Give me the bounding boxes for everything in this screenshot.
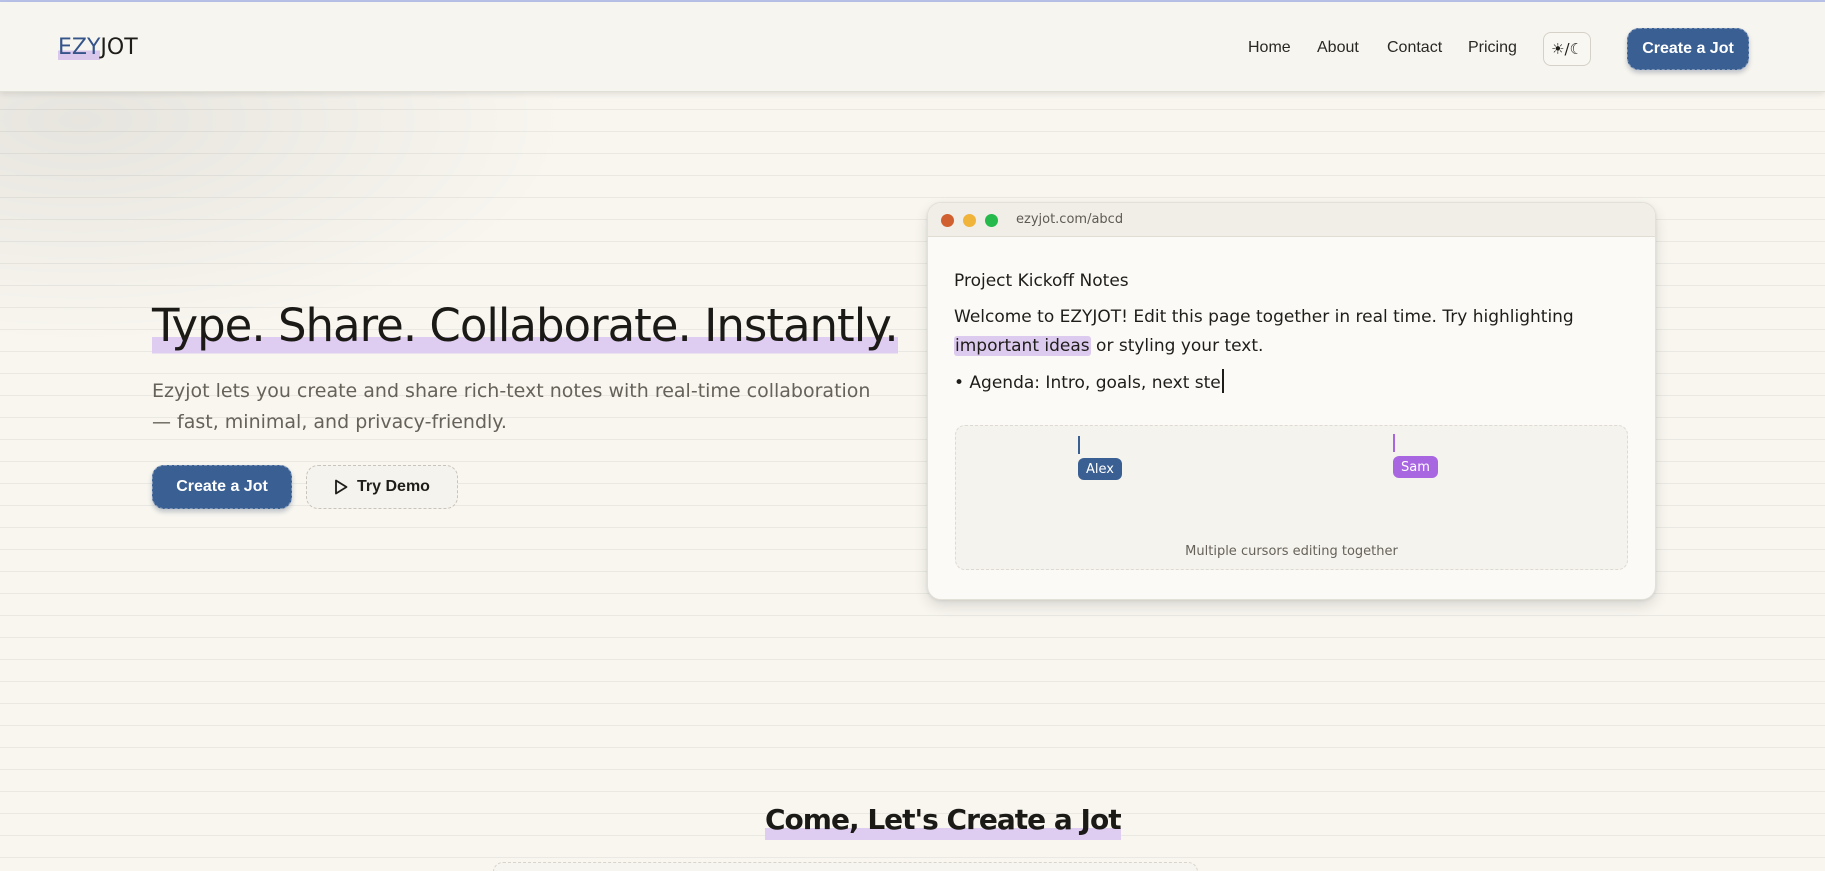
collab-cursors-panel: Alex Sam Multiple cursors editing togeth… <box>955 425 1628 570</box>
section-title: Come, Let's Create a Jot <box>765 800 1122 840</box>
doc-highlight: important ideas <box>954 336 1091 356</box>
try-demo-button[interactable]: Try Demo <box>306 465 458 509</box>
hero-subtitle: Ezyjot lets you create and share rich-te… <box>152 380 871 433</box>
header-create-jot-button[interactable]: Create a Jot <box>1627 28 1749 70</box>
alex-cursor-tag: Alex <box>1078 458 1122 480</box>
window-minimize-dot <box>963 214 976 227</box>
editor-window-bar: ezyjot.com/abcd <box>928 203 1655 237</box>
doc-paragraph: Welcome to EZYJOT! Edit this page togeth… <box>954 303 1634 361</box>
doc-paragraph-end: or styling your text. <box>1090 336 1264 356</box>
hero-title: Type. Share. Collaborate. Instantly. <box>152 296 899 356</box>
logo-jot: JOT <box>100 35 138 60</box>
try-demo-label: Try Demo <box>357 478 430 495</box>
nav-contact[interactable]: Contact <box>1387 39 1442 57</box>
site-header: EZYJOT Home About Contact Pricing ☀/☾ Cr… <box>0 2 1825 92</box>
doc-title: Project Kickoff Notes <box>954 271 1129 291</box>
play-icon <box>334 479 348 495</box>
sam-cursor-line <box>1393 434 1395 452</box>
logo[interactable]: EZYJOT <box>58 35 138 63</box>
editor-url: ezyjot.com/abcd <box>1016 212 1124 227</box>
collab-caption: Multiple cursors editing together <box>1185 544 1398 559</box>
window-close-dot <box>941 214 954 227</box>
nav-home[interactable]: Home <box>1248 39 1291 57</box>
nav-pricing[interactable]: Pricing <box>1468 39 1517 57</box>
alex-cursor-line <box>1078 436 1080 454</box>
doc-paragraph-start: Welcome to EZYJOT! Edit this page togeth… <box>954 307 1574 327</box>
sam-cursor-tag: Sam <box>1393 456 1438 478</box>
create-jot-card <box>493 862 1198 871</box>
theme-toggle-button[interactable]: ☀/☾ <box>1543 32 1591 66</box>
logo-ezy: EZY <box>58 35 101 60</box>
text-caret <box>1221 369 1224 393</box>
editor-preview: ezyjot.com/abcd Project Kickoff Notes We… <box>927 202 1656 600</box>
window-maximize-dot <box>985 214 998 227</box>
doc-bullet-text: • Agenda: Intro, goals, next ste <box>954 373 1221 393</box>
nav-about[interactable]: About <box>1317 39 1359 57</box>
hero-create-jot-button[interactable]: Create a Jot <box>152 465 292 509</box>
doc-bullet: • Agenda: Intro, goals, next ste <box>954 369 1224 393</box>
